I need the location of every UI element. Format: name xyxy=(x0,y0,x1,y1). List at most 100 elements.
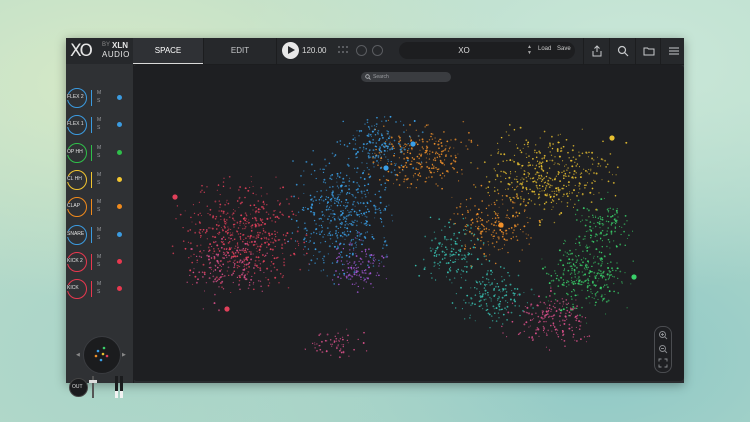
sample-point[interactable] xyxy=(345,276,348,279)
sample-point[interactable] xyxy=(454,160,457,163)
sample-point[interactable] xyxy=(525,188,528,191)
sample-point[interactable] xyxy=(550,300,552,303)
sample-point[interactable] xyxy=(243,238,245,241)
sample-point[interactable] xyxy=(464,279,467,282)
sample-point[interactable] xyxy=(324,182,327,184)
sample-point[interactable] xyxy=(466,148,469,150)
sample-point[interactable] xyxy=(495,285,497,288)
sample-point[interactable] xyxy=(319,344,321,347)
sample-point[interactable] xyxy=(348,355,350,357)
sample-point[interactable] xyxy=(346,339,349,342)
sample-point[interactable] xyxy=(222,241,224,243)
sample-point[interactable] xyxy=(567,269,570,272)
sample-point[interactable] xyxy=(562,272,564,274)
sample-point[interactable] xyxy=(571,192,574,194)
sample-point[interactable] xyxy=(255,264,258,267)
sample-point[interactable] xyxy=(626,237,628,239)
sample-point[interactable] xyxy=(364,123,366,125)
sample-point[interactable] xyxy=(529,177,532,180)
sample-point[interactable] xyxy=(288,215,290,218)
sample-point[interactable] xyxy=(296,240,299,243)
sample-point[interactable] xyxy=(356,167,359,170)
sample-point[interactable] xyxy=(552,322,555,325)
sample-point[interactable] xyxy=(378,190,381,193)
sample-point[interactable] xyxy=(231,251,234,254)
sample-point[interactable] xyxy=(318,231,320,233)
sample-point[interactable] xyxy=(259,231,261,234)
sample-point[interactable] xyxy=(616,211,619,214)
sample-point[interactable] xyxy=(409,163,412,166)
sample-point[interactable] xyxy=(519,126,522,129)
sample-point[interactable] xyxy=(576,340,578,342)
sample-point[interactable] xyxy=(337,332,339,334)
sample-point[interactable] xyxy=(214,240,217,243)
sample-point[interactable] xyxy=(353,267,355,270)
sample-point[interactable] xyxy=(370,200,372,202)
sample-point[interactable] xyxy=(593,297,595,300)
sample-point[interactable] xyxy=(566,201,569,204)
sample-point[interactable] xyxy=(293,253,296,256)
sample-point[interactable] xyxy=(378,262,381,265)
sample-point[interactable] xyxy=(367,152,369,154)
sample-point[interactable] xyxy=(466,266,468,268)
sample-point[interactable] xyxy=(309,194,312,197)
sample-point[interactable] xyxy=(369,256,372,259)
sample-point[interactable] xyxy=(548,167,551,169)
sample-point[interactable] xyxy=(547,329,550,332)
sample-point[interactable] xyxy=(372,262,374,265)
sample-point[interactable] xyxy=(534,149,536,152)
sample-point[interactable] xyxy=(365,211,368,214)
sample-point[interactable] xyxy=(327,234,329,236)
sample-point[interactable] xyxy=(254,259,257,262)
sample-point[interactable] xyxy=(434,137,436,139)
sample-point[interactable] xyxy=(234,238,236,240)
sample-point[interactable] xyxy=(348,211,350,213)
sample-point[interactable] xyxy=(541,313,544,316)
sample-point[interactable] xyxy=(570,199,572,201)
sample-point[interactable] xyxy=(200,256,203,258)
sample-point[interactable] xyxy=(508,274,511,277)
sample-point[interactable] xyxy=(566,279,569,282)
sample-point[interactable] xyxy=(248,222,250,224)
sample-point[interactable] xyxy=(465,256,467,258)
sample-point[interactable] xyxy=(474,320,476,322)
sample-point[interactable] xyxy=(547,309,550,312)
sample-point[interactable] xyxy=(356,237,358,240)
sample-point[interactable] xyxy=(498,206,500,208)
sample-point[interactable] xyxy=(493,288,495,291)
sample-point[interactable] xyxy=(215,228,218,230)
sample-point[interactable] xyxy=(239,186,242,188)
sample-point[interactable] xyxy=(394,164,397,167)
sample-point[interactable] xyxy=(343,216,345,219)
sample-point[interactable] xyxy=(545,187,547,189)
sample-point[interactable] xyxy=(567,302,570,305)
sample-point[interactable] xyxy=(532,319,534,321)
sample-point[interactable] xyxy=(214,264,216,266)
sample-point[interactable] xyxy=(444,159,446,161)
sample-point[interactable] xyxy=(453,277,456,279)
sample-point[interactable] xyxy=(491,320,494,322)
sample-point[interactable] xyxy=(514,304,517,307)
sample-point[interactable] xyxy=(591,296,593,299)
sample-point[interactable] xyxy=(308,269,310,271)
sample-point[interactable] xyxy=(506,214,508,217)
sample-point[interactable] xyxy=(370,254,373,256)
sample-point[interactable] xyxy=(377,155,380,157)
sample-point[interactable] xyxy=(302,248,305,250)
sample-point[interactable] xyxy=(439,156,441,158)
sample-point[interactable] xyxy=(345,193,348,195)
sample-point[interactable] xyxy=(378,148,380,150)
sample-point[interactable] xyxy=(417,168,419,171)
sample-point[interactable] xyxy=(486,284,488,286)
sample-point[interactable] xyxy=(577,199,580,202)
sample-point[interactable] xyxy=(336,172,339,175)
sample-point[interactable] xyxy=(259,267,262,269)
sample-point[interactable] xyxy=(399,143,401,145)
sample-point[interactable] xyxy=(237,251,240,254)
sample-point[interactable] xyxy=(604,278,607,281)
sample-point[interactable] xyxy=(333,216,335,218)
sample-point[interactable] xyxy=(324,240,327,243)
sample-point[interactable] xyxy=(583,336,586,338)
sample-point[interactable] xyxy=(255,212,257,214)
sample-point[interactable] xyxy=(534,151,536,153)
